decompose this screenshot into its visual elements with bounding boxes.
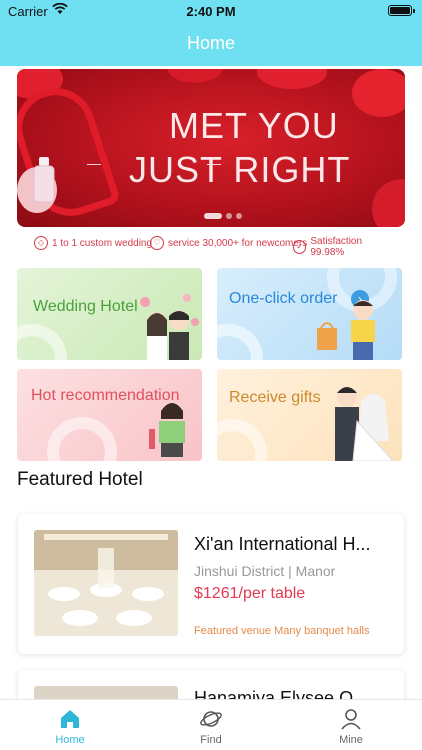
user-icon xyxy=(341,709,361,730)
home-icon xyxy=(61,710,79,728)
decorative-circle xyxy=(17,324,67,360)
title-divider xyxy=(87,164,101,165)
shopper-illustration xyxy=(317,300,375,360)
decorative-circle xyxy=(217,419,267,461)
rose-decoration xyxy=(372,179,405,227)
decorative-circle xyxy=(47,417,117,461)
tile-label: Wedding Hotel xyxy=(33,298,138,315)
rose-decoration xyxy=(352,69,405,117)
tile-receive-gifts[interactable]: Receive gifts xyxy=(217,369,402,461)
tab-bar: Home Find Mine xyxy=(0,699,422,750)
tab-find[interactable]: Find xyxy=(181,708,241,746)
bride-groom-illustration xyxy=(335,387,394,461)
hotel-card[interactable]: Xi'an International H... Jinshui Distric… xyxy=(18,514,404,654)
planet-icon xyxy=(200,711,222,727)
feature-item: ◇ 1 to 1 custom wedding xyxy=(34,236,152,250)
tile-hot-recommendation[interactable]: Hot recommendation xyxy=(17,369,202,461)
carousel-indicator[interactable] xyxy=(204,207,246,225)
status-bar: Carrier 2:40 PM xyxy=(0,0,422,22)
tile-one-click-order[interactable]: One-click order › xyxy=(217,268,402,360)
hotel-name[interactable]: Xi'an International H... xyxy=(194,534,394,555)
hotel-tagline: Featured venue Many banquet halls xyxy=(194,625,370,637)
tile-wedding-hotel[interactable]: Wedding Hotel xyxy=(17,268,202,360)
top-bar: Carrier 2:40 PM Home xyxy=(0,0,422,66)
feature-label: service 30,000+ for newcomers xyxy=(168,237,308,249)
thumbs-up-icon: ✓ xyxy=(293,240,307,254)
banner-headline-1: MET YOU xyxy=(169,105,339,146)
hotel-location: Jinshui District | Manor xyxy=(194,563,336,579)
tab-label: Mine xyxy=(339,734,363,746)
rose-petal-decoration xyxy=(257,69,327,89)
carousel-dot[interactable] xyxy=(204,212,222,219)
feature-item: ♡ service 30,000+ for newcomers xyxy=(150,236,307,250)
tile-label: Receive gifts xyxy=(229,389,321,406)
status-time: 2:40 PM xyxy=(186,4,236,19)
perfume-bottle-icon xyxy=(33,157,55,203)
tab-label: Find xyxy=(200,734,222,746)
feature-item: ✓ Satisfaction 99.98% xyxy=(293,236,394,258)
tab-label: Home xyxy=(55,734,85,746)
decorative-circle xyxy=(217,324,263,360)
page-title: Home xyxy=(186,33,235,53)
feature-label: 1 to 1 custom wedding xyxy=(52,237,153,249)
carousel-dot[interactable] xyxy=(226,212,232,219)
diamond-icon: ◇ xyxy=(34,236,48,250)
feature-highlights: ◇ 1 to 1 custom wedding ♡ service 30,000… xyxy=(34,236,394,258)
promo-banner[interactable]: MET YOU JUST RIGHT xyxy=(17,69,405,227)
section-title: Featured Hotel xyxy=(17,469,143,490)
girl-reading-illustration xyxy=(149,402,185,457)
heart-icon: ♡ xyxy=(150,236,164,250)
wedding-couple-illustration xyxy=(140,294,199,360)
carousel-dot[interactable] xyxy=(236,212,242,219)
tab-mine[interactable]: Mine xyxy=(321,708,381,746)
tab-home[interactable]: Home xyxy=(40,708,100,746)
feature-label: Satisfaction 99.98% xyxy=(310,236,363,258)
banner-headline-2: JUST RIGHT xyxy=(129,149,351,190)
battery-icon xyxy=(388,5,415,16)
hotel-price: $1261/per table xyxy=(194,585,306,602)
hotel-photo xyxy=(34,530,178,636)
rose-petal-decoration xyxy=(167,69,223,83)
